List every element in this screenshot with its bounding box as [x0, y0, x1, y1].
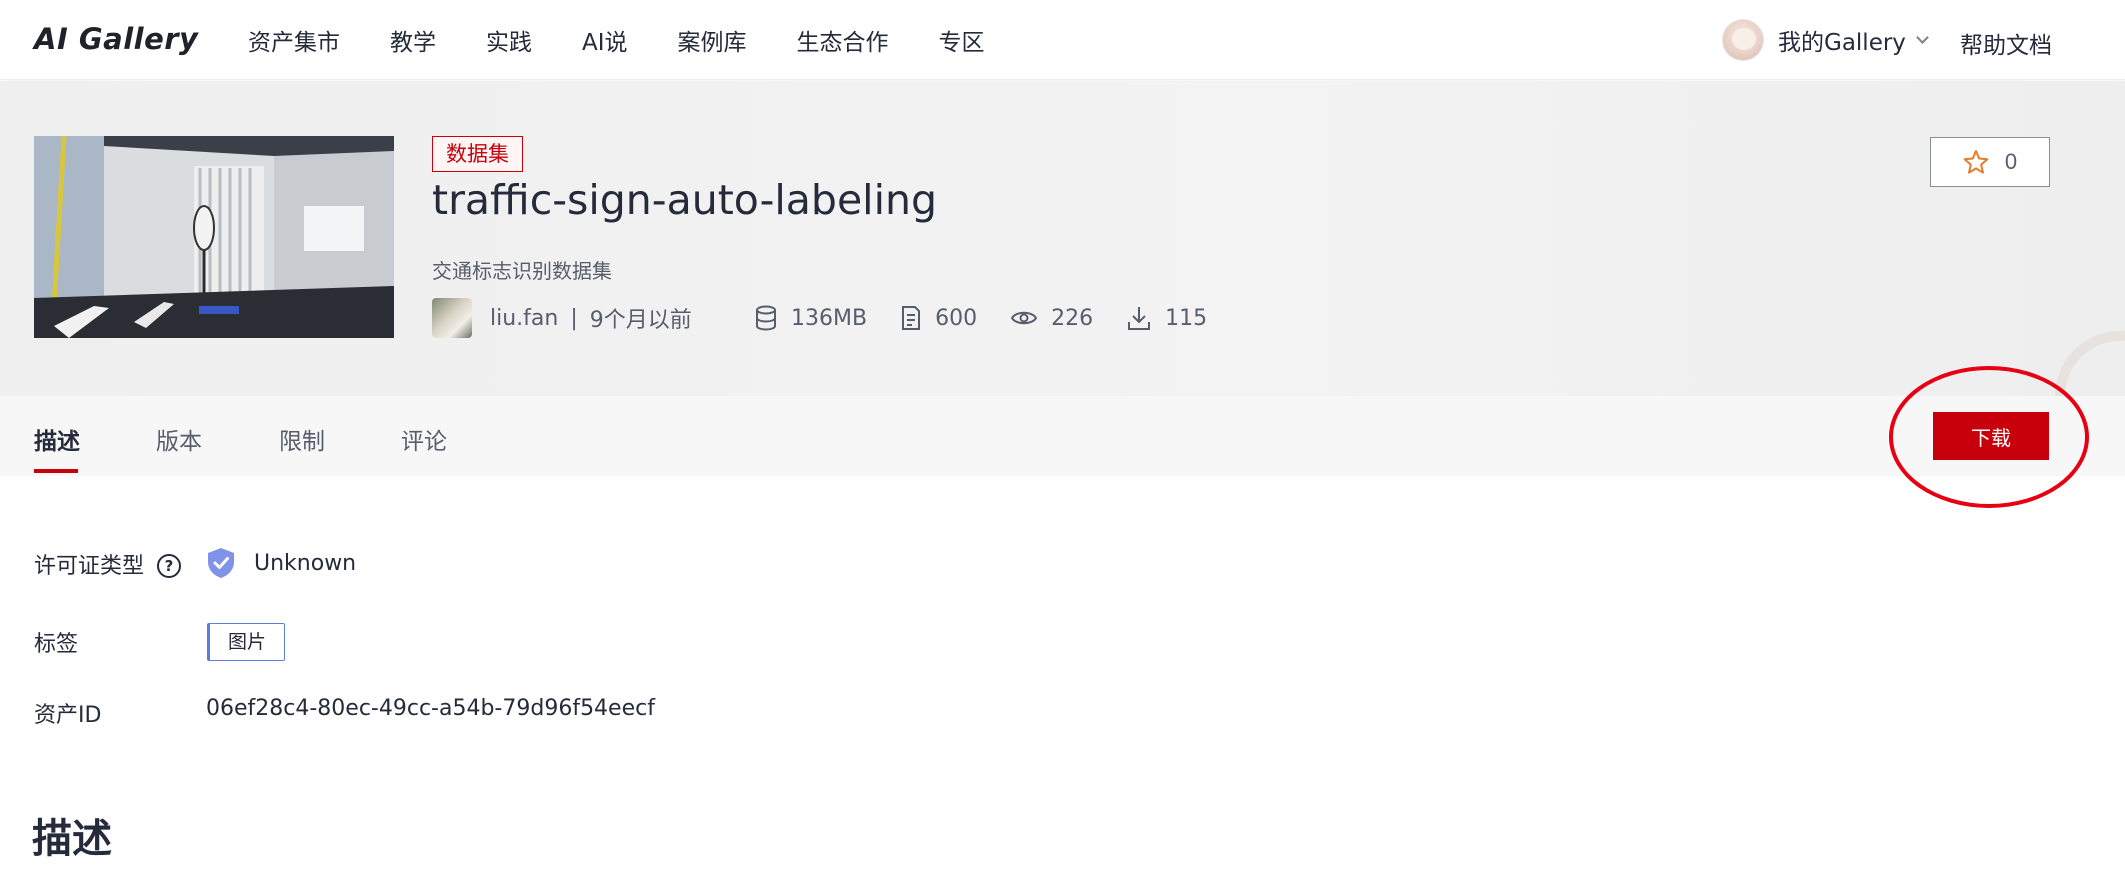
shield-check-icon	[208, 548, 234, 578]
help-icon[interactable]: ?	[157, 554, 182, 578]
author-name[interactable]: liu.fan	[490, 306, 558, 331]
files-count: 600	[935, 305, 978, 331]
asset-author-meta: liu.fan | 9个月以前	[432, 297, 692, 339]
license-value: Unknown	[206, 546, 356, 580]
license-label: 许可证类型	[34, 554, 145, 579]
size-value: 136MB	[791, 305, 868, 331]
nav-item-cases[interactable]: 案例库	[678, 23, 747, 57]
user-avatar[interactable]	[1722, 19, 1764, 61]
star-count: 0	[2004, 149, 2018, 174]
asset-subtitle: 交通标志识别数据集	[432, 259, 612, 283]
tab-bar: 描述 版本 限制 评论	[0, 396, 2125, 476]
file-icon	[902, 306, 921, 330]
tab-restrictions[interactable]: 限制	[279, 422, 325, 456]
asset-id-value: 06ef28c4-80ec-49cc-a54b-79d96f54eecf	[206, 696, 655, 721]
cover-illustration	[34, 136, 394, 338]
download-icon	[1128, 307, 1151, 330]
asset-id-label: 资产ID	[34, 703, 102, 728]
tags-label: 标签	[34, 632, 79, 657]
updated-time: 9个月以前	[589, 308, 692, 333]
top-navbar: AI Gallery 资产集市 教学 实践 AI说 案例库 生态合作 专区 我的…	[0, 0, 2125, 80]
chevron-down-icon[interactable]	[1916, 30, 1929, 44]
license-name: Unknown	[254, 550, 357, 576]
asset-stats: 136MB 600 226 115	[755, 297, 1241, 339]
stat-views: 226	[1011, 306, 1093, 331]
main-nav: 资产集市 教学 实践 AI说 案例库 生态合作 专区	[248, 0, 1035, 80]
views-count: 226	[1051, 305, 1094, 331]
highlight-annotation-circle	[1889, 366, 2089, 508]
dataset-cover-image	[34, 136, 394, 338]
stat-files: 600	[901, 305, 977, 331]
logo[interactable]: AI Gallery	[34, 22, 198, 56]
star-button[interactable]: 0	[1930, 137, 2050, 187]
eye-icon	[1011, 311, 1038, 325]
nav-item-teaching[interactable]: 教学	[390, 23, 436, 57]
active-tab-indicator	[34, 469, 78, 473]
tab-comments[interactable]: 评论	[401, 422, 447, 456]
tab-description[interactable]: 描述	[34, 422, 80, 456]
nav-item-ecosystem[interactable]: 生态合作	[797, 23, 889, 57]
description-heading: 描述	[32, 816, 112, 862]
author-avatar[interactable]	[432, 298, 472, 338]
nav-item-zone[interactable]: 专区	[939, 23, 985, 57]
tab-versions[interactable]: 版本	[156, 422, 202, 456]
my-gallery-link[interactable]: 我的Gallery	[1778, 23, 1906, 57]
nav-item-market[interactable]: 资产集市	[248, 23, 340, 57]
tag-chip[interactable]: 图片	[207, 623, 286, 661]
asset-title: traffic-sign-auto-labeling	[432, 176, 937, 224]
stat-size: 136MB	[755, 305, 867, 331]
database-icon	[756, 305, 776, 331]
help-docs-link[interactable]: 帮助文档	[1960, 26, 2052, 60]
user-menu[interactable]: 我的Gallery	[1722, 18, 1929, 62]
downloads-count: 115	[1165, 305, 1208, 331]
star-icon	[1963, 150, 1989, 174]
nav-item-practice[interactable]: 实践	[486, 23, 532, 57]
asset-type-badge: 数据集	[432, 136, 523, 172]
license-row-label: 许可证类型 ?	[34, 548, 182, 580]
meta-separator: |	[570, 305, 578, 331]
stat-downloads: 115	[1127, 305, 1207, 331]
nav-item-ai-talk[interactable]: AI说	[582, 23, 628, 57]
